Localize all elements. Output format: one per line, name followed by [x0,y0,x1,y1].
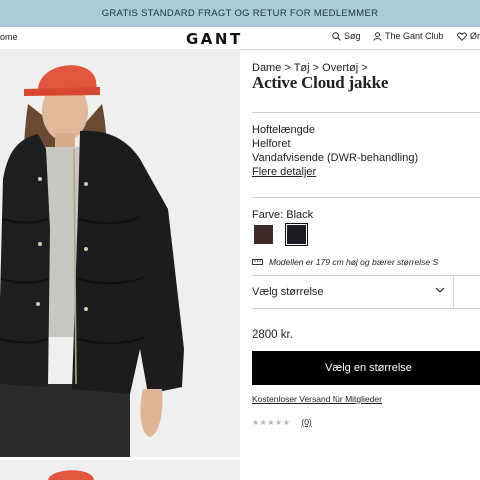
rating-row[interactable]: ★★★★★ (0) [252,417,312,427]
product-title: Active Cloud jakke [252,73,389,92]
model-photo-2 [48,470,94,480]
free-shipping-link[interactable]: Kostenloser Versand für Mitglieder [252,394,382,404]
search-label: Søg [344,31,361,41]
feature-list: Hoftelængde Helforet Vandafvisende (DWR-… [252,123,418,179]
gant-club-button[interactable]: The Gant Club [373,31,444,41]
select-size-label: Vælg en størrelse [325,362,412,374]
size-guide-cell[interactable] [454,275,480,309]
product-price: 2800 kr. [252,329,293,341]
home-link[interactable]: ome [0,32,18,42]
feature-item: Vandafvisende (DWR-behandling) [252,152,419,164]
more-details-link[interactable]: Flere detaljer [252,165,418,179]
divider [252,112,480,113]
site-header: ome GANT Søg The Gant Club Øn [0,27,480,50]
star-rating-icon: ★★★★★ [252,417,291,427]
review-count[interactable]: (0) [301,417,311,427]
product-info-panel: Dame > Tøj > Overtøj > Active Cloud jakk… [252,49,480,480]
color-swatch-brown[interactable] [254,225,273,244]
product-image-2[interactable] [0,460,240,480]
size-placeholder: Vælg størrelse [252,286,324,298]
search-button[interactable]: Søg [332,31,361,41]
model-note-text: Modellen er 179 cm høj og bærer størrels… [269,257,439,267]
gant-club-label: The Gant Club [385,31,444,41]
promo-banner[interactable]: GRATIS STANDARD FRAGT OG RETUR FOR MEDLE… [0,0,480,27]
user-icon [373,31,382,41]
color-label: Farve: Black [252,209,314,221]
color-swatch-black[interactable] [285,223,308,246]
promo-text: GRATIS STANDARD FRAGT OG RETUR FOR MEDLE… [101,8,379,19]
model-size-note: Modellen er 179 cm høj og bærer størrels… [252,257,438,267]
search-icon [332,31,341,41]
model-photo [0,49,240,457]
wishlist-button[interactable]: Øn [457,31,480,41]
gant-logo[interactable]: GANT [186,30,243,48]
product-image[interactable] [0,49,240,457]
chevron-down-icon [435,287,445,293]
divider [252,197,480,198]
wishlist-label: Øn [470,31,480,41]
select-size-button[interactable]: Vælg en størrelse [252,351,480,385]
feature-item: Hoftelængde [252,124,315,136]
heart-icon [457,31,467,41]
size-dropdown[interactable]: Vælg størrelse [252,275,454,309]
ruler-icon [252,259,263,265]
feature-item: Helforet [252,138,291,150]
